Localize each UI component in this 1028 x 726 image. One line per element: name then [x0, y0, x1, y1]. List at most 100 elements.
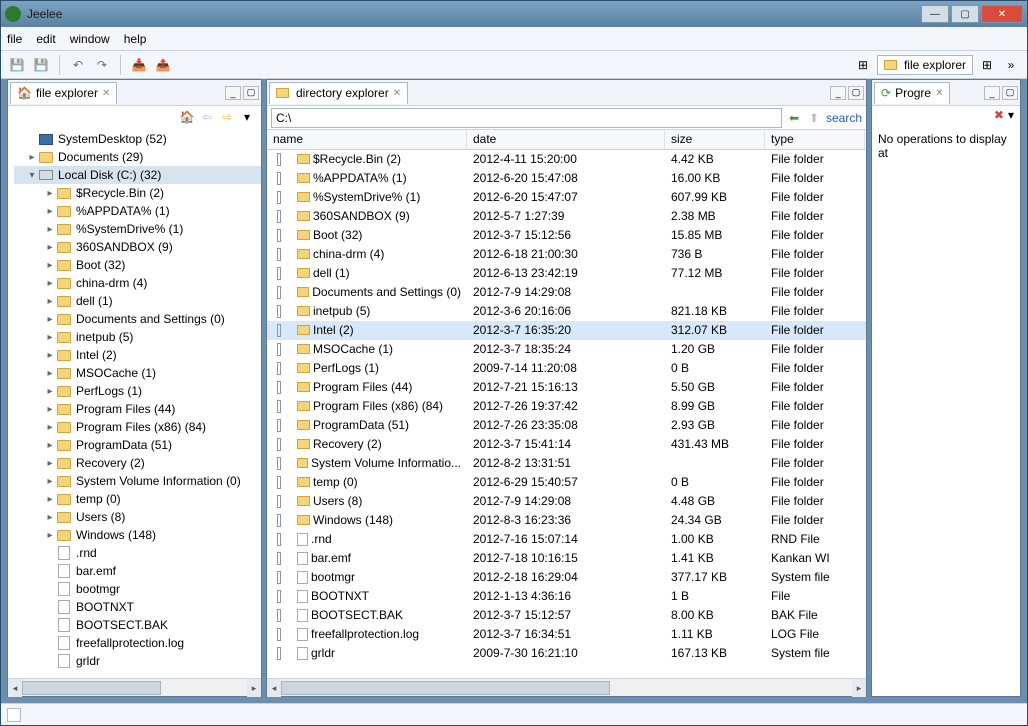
- row-checkbox[interactable]: [277, 438, 281, 451]
- row-checkbox[interactable]: [277, 457, 281, 470]
- path-input[interactable]: [271, 108, 782, 128]
- directory-list[interactable]: $Recycle.Bin (2)2012-4-11 15:20:004.42 K…: [267, 150, 866, 678]
- row-checkbox[interactable]: [277, 362, 281, 375]
- tree-item[interactable]: ▸Documents (29): [14, 148, 261, 166]
- row-checkbox[interactable]: [277, 229, 281, 242]
- row-checkbox[interactable]: [277, 419, 281, 432]
- tree-item[interactable]: grldr: [14, 652, 261, 670]
- tree-item[interactable]: ▸Users (8): [14, 508, 261, 526]
- tree-item[interactable]: bar.emf: [14, 562, 261, 580]
- redo-icon[interactable]: ↷: [92, 55, 112, 75]
- tree-item[interactable]: ▸360SANDBOX (9): [14, 238, 261, 256]
- back-icon[interactable]: ⬅: [786, 110, 802, 126]
- maximize-view-button[interactable]: ▢: [1002, 86, 1018, 100]
- tab-directory-explorer[interactable]: directory explorer ✕: [269, 82, 408, 104]
- minimize-view-button[interactable]: _: [225, 86, 241, 100]
- row-checkbox[interactable]: [277, 495, 281, 508]
- chevron-right-icon[interactable]: »: [1001, 55, 1021, 75]
- row-checkbox[interactable]: [277, 267, 281, 280]
- table-row[interactable]: Windows (148)2012-8-3 16:23:3624.34 GBFi…: [267, 511, 866, 530]
- row-checkbox[interactable]: [277, 647, 281, 660]
- table-row[interactable]: bar.emf2012-7-18 10:16:151.41 KBKankan W…: [267, 549, 866, 568]
- tree-item[interactable]: .rnd: [14, 544, 261, 562]
- tree-item[interactable]: ▸Intel (2): [14, 346, 261, 364]
- perspective-file-explorer[interactable]: file explorer: [877, 55, 973, 75]
- row-checkbox[interactable]: [277, 248, 281, 261]
- table-row[interactable]: Recovery (2)2012-3-7 15:41:14431.43 MBFi…: [267, 435, 866, 454]
- table-row[interactable]: 360SANDBOX (9)2012-5-7 1:27:392.38 MBFil…: [267, 207, 866, 226]
- tree-item[interactable]: ▸ProgramData (51): [14, 436, 261, 454]
- tree-item[interactable]: ▸$Recycle.Bin (2): [14, 184, 261, 202]
- table-row[interactable]: %SystemDrive% (1)2012-6-20 15:47:07607.9…: [267, 188, 866, 207]
- row-checkbox[interactable]: [277, 476, 281, 489]
- save-all-icon[interactable]: 💾: [31, 55, 51, 75]
- table-row[interactable]: inetpub (5)2012-3-6 20:16:06821.18 KBFil…: [267, 302, 866, 321]
- row-checkbox[interactable]: [277, 172, 281, 185]
- tree-item[interactable]: ▸dell (1): [14, 292, 261, 310]
- search-link[interactable]: search: [826, 111, 862, 125]
- table-row[interactable]: BOOTSECT.BAK2012-3-7 15:12:578.00 KBBAK …: [267, 606, 866, 625]
- table-row[interactable]: grldr2009-7-30 16:21:10167.13 KBSystem f…: [267, 644, 866, 663]
- tree-item[interactable]: ▸Program Files (44): [14, 400, 261, 418]
- col-type[interactable]: type: [765, 130, 865, 149]
- maximize-button[interactable]: ▢: [951, 5, 979, 23]
- tree-item[interactable]: ▸temp (0): [14, 490, 261, 508]
- export-icon[interactable]: 📤: [153, 55, 173, 75]
- maximize-view-button[interactable]: ▢: [243, 86, 259, 100]
- table-row[interactable]: %APPDATA% (1)2012-6-20 15:47:0816.00 KBF…: [267, 169, 866, 188]
- tree-item[interactable]: ▸MSOCache (1): [14, 364, 261, 382]
- tree-item[interactable]: ▸china-drm (4): [14, 274, 261, 292]
- table-row[interactable]: Program Files (44)2012-7-21 15:16:135.50…: [267, 378, 866, 397]
- table-row[interactable]: Intel (2)2012-3-7 16:35:20312.07 KBFile …: [267, 321, 866, 340]
- row-checkbox[interactable]: [277, 191, 281, 204]
- close-icon[interactable]: ✕: [393, 88, 401, 99]
- titlebar[interactable]: Jeelee — ▢ ✕: [1, 1, 1027, 27]
- row-checkbox[interactable]: [277, 552, 281, 565]
- tree-item[interactable]: ▸Recovery (2): [14, 454, 261, 472]
- row-checkbox[interactable]: [277, 305, 281, 318]
- col-size[interactable]: size: [665, 130, 765, 149]
- menu-window[interactable]: window: [70, 32, 110, 46]
- tab-progress[interactable]: ⟳ Progre ✕: [874, 82, 950, 104]
- row-checkbox[interactable]: [277, 533, 281, 546]
- table-row[interactable]: $Recycle.Bin (2)2012-4-11 15:20:004.42 K…: [267, 150, 866, 169]
- table-row[interactable]: freefallprotection.log2012-3-7 16:34:511…: [267, 625, 866, 644]
- undo-icon[interactable]: ↶: [68, 55, 88, 75]
- menu-file[interactable]: file: [7, 32, 22, 46]
- tree-item[interactable]: ▸Windows (148): [14, 526, 261, 544]
- row-checkbox[interactable]: [277, 343, 281, 356]
- menu-chevron-icon[interactable]: ▾: [239, 109, 255, 125]
- table-row[interactable]: MSOCache (1)2012-3-7 18:35:241.20 GBFile…: [267, 340, 866, 359]
- row-checkbox[interactable]: [277, 590, 281, 603]
- close-icon[interactable]: ✕: [935, 88, 943, 99]
- save-icon[interactable]: 💾: [7, 55, 27, 75]
- tree-hscrollbar[interactable]: ◂▸: [8, 678, 261, 696]
- close-button[interactable]: ✕: [981, 5, 1023, 23]
- table-row[interactable]: Users (8)2012-7-9 14:29:084.48 GBFile fo…: [267, 492, 866, 511]
- tree-item[interactable]: ▸Program Files (x86) (84): [14, 418, 261, 436]
- tree-item[interactable]: ▸%APPDATA% (1): [14, 202, 261, 220]
- close-icon[interactable]: ✕: [102, 88, 110, 99]
- tree-item[interactable]: ▸System Volume Information (0): [14, 472, 261, 490]
- menu-edit[interactable]: edit: [36, 32, 55, 46]
- menu-chevron-icon[interactable]: ▾: [1008, 108, 1014, 126]
- open-perspective-icon[interactable]: ⊞: [853, 55, 873, 75]
- table-row[interactable]: .rnd2012-7-16 15:07:141.00 KBRND File: [267, 530, 866, 549]
- table-row[interactable]: Boot (32)2012-3-7 15:12:5615.85 MBFile f…: [267, 226, 866, 245]
- tree-item[interactable]: ▸Boot (32): [14, 256, 261, 274]
- forward-icon[interactable]: ⇨: [219, 109, 235, 125]
- back-icon[interactable]: ⇦: [199, 109, 215, 125]
- tree-item[interactable]: ▸PerfLogs (1): [14, 382, 261, 400]
- perspective-switcher-icon[interactable]: ⊞: [977, 55, 997, 75]
- table-row[interactable]: temp (0)2012-6-29 15:40:570 BFile folder: [267, 473, 866, 492]
- table-row[interactable]: ProgramData (51)2012-7-26 23:35:082.93 G…: [267, 416, 866, 435]
- row-checkbox[interactable]: [277, 153, 281, 166]
- dir-hscrollbar[interactable]: ◂▸: [267, 678, 866, 696]
- tree-item[interactable]: bootmgr: [14, 580, 261, 598]
- minimize-view-button[interactable]: _: [984, 86, 1000, 100]
- table-row[interactable]: Documents and Settings (0)2012-7-9 14:29…: [267, 283, 866, 302]
- minimize-button[interactable]: —: [921, 5, 949, 23]
- col-name[interactable]: name: [267, 130, 467, 149]
- row-checkbox[interactable]: [277, 210, 281, 223]
- home-icon[interactable]: 🏠: [179, 109, 195, 125]
